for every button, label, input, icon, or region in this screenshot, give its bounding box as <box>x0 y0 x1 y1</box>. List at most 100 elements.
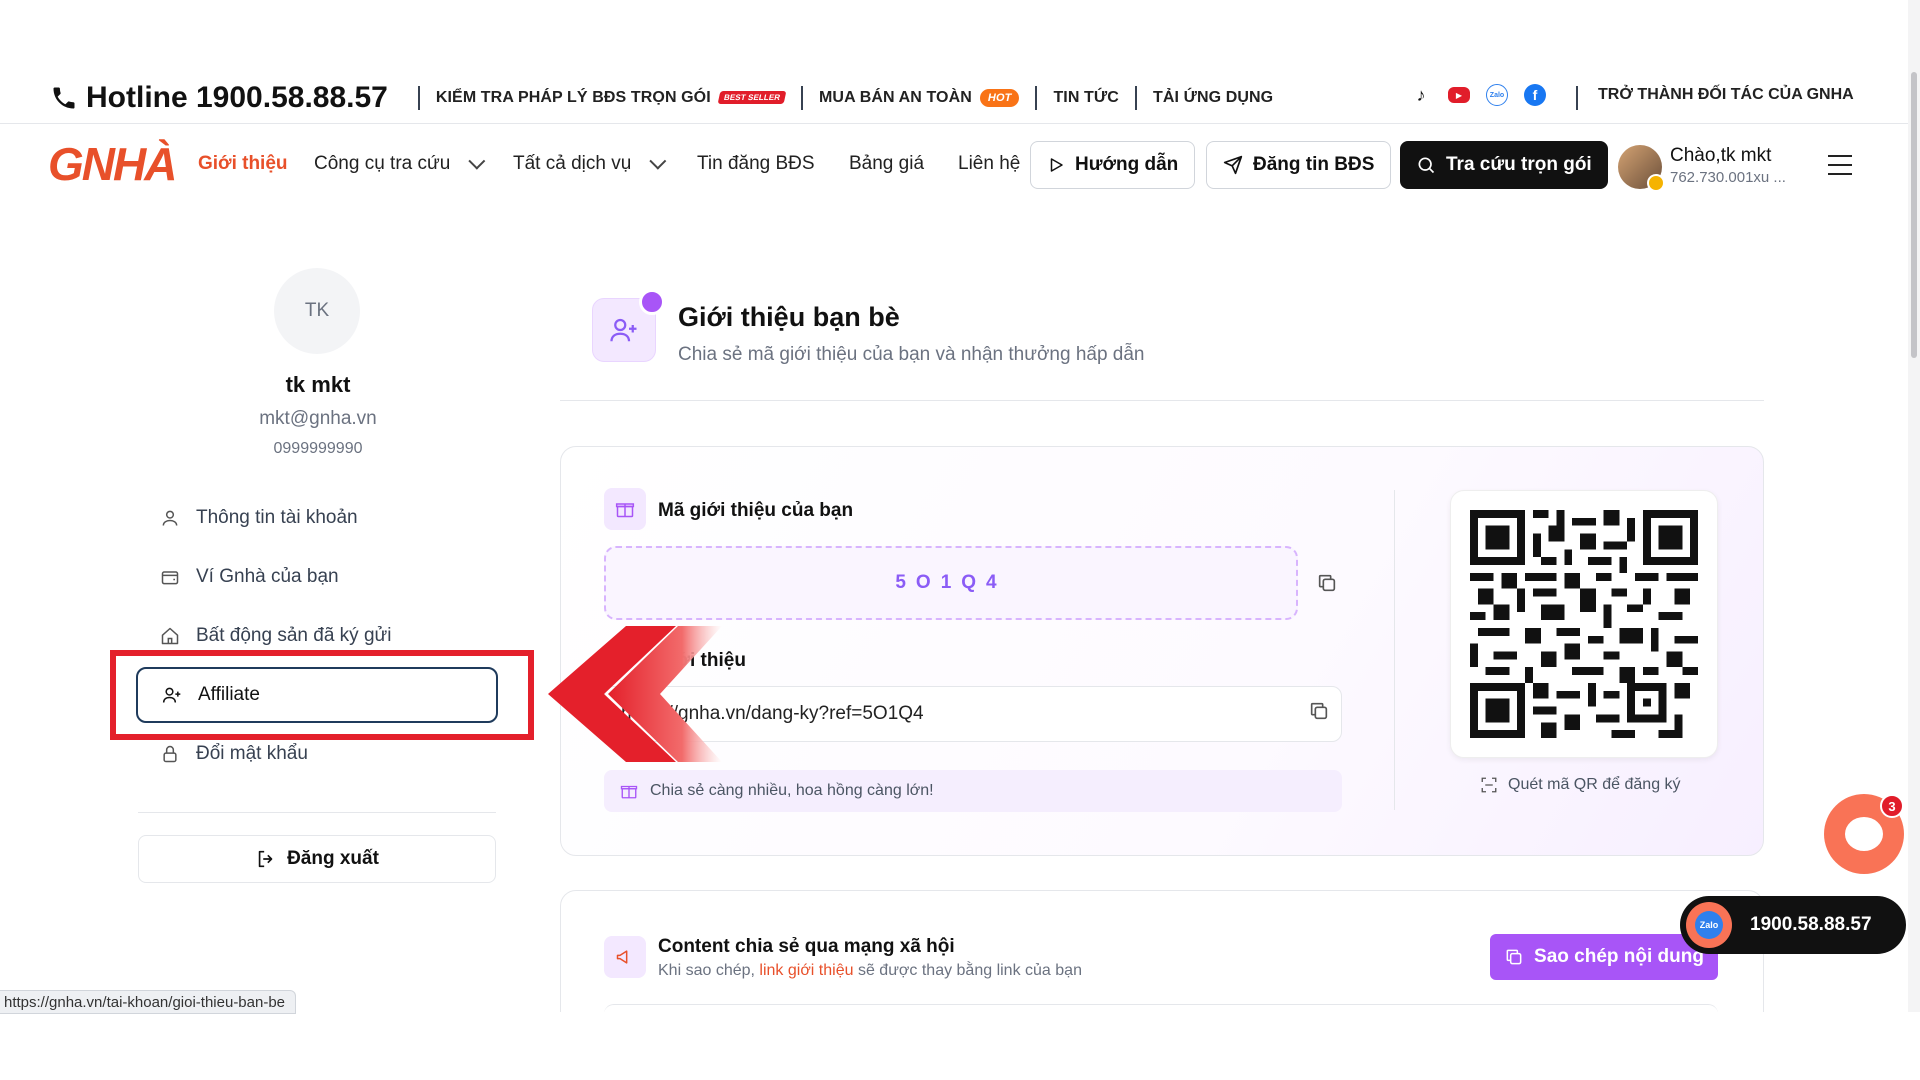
nav-cong-cu-tra-cuu-label: Công cụ tra cứu <box>314 153 451 174</box>
top-bar: Hotline 1900.58.88.57 KIỂM TRA PHÁP LÝ B… <box>0 72 1908 124</box>
youtube-icon[interactable]: ▶ <box>1448 87 1470 103</box>
divider <box>417 85 420 110</box>
social-content-sub-suffix: sẽ được thay bằng link của bạn <box>857 962 1082 979</box>
tip-banner: Chia sẻ càng nhiều, hoa hồng càng lớn! <box>604 770 1342 812</box>
hotline-text: Hotline 1900.58.88.57 <box>86 80 388 114</box>
link-download-app[interactable]: TẢI ỨNG DỤNG <box>1153 89 1273 107</box>
nav-cong-cu-tra-cuu[interactable]: Công cụ tra cứu <box>314 152 486 175</box>
divider <box>560 400 1764 401</box>
lock-icon <box>163 745 177 763</box>
profile-avatar: TK <box>274 268 360 354</box>
avatar[interactable] <box>1618 145 1665 192</box>
coin-icon <box>1647 174 1665 192</box>
send-icon <box>1223 155 1243 175</box>
sidebar-item-label: Thông tin tài khoản <box>196 507 358 528</box>
qr-code <box>1450 490 1718 758</box>
referral-header-icon <box>592 289 665 362</box>
play-icon <box>1050 158 1063 172</box>
status-url-bar: https://gnha.vn/tai-khoan/gioi-thieu-ban… <box>0 990 297 1014</box>
user-icon <box>162 510 178 526</box>
best-seller-badge: BEST SELLER <box>717 91 787 104</box>
wallet-icon <box>161 571 179 585</box>
link-legal-check-label: KIỂM TRA PHÁP LÝ BĐS TRỌN GÓI <box>435 88 711 106</box>
tiktok-icon[interactable]: ♪ <box>1410 84 1432 106</box>
page-bottom <box>0 1012 1920 1080</box>
chat-icon <box>1845 817 1883 851</box>
guide-button[interactable]: Hướng dẫn <box>1030 141 1196 189</box>
megaphone-icon <box>604 936 646 978</box>
main-nav: GNHÀ Giới thiệu Công cụ tra cứu Tất cả d… <box>0 125 1908 205</box>
user-plus-icon <box>610 318 637 342</box>
divider <box>138 812 496 813</box>
gift-icon <box>620 785 638 799</box>
qr-scan-label: Quét mã QR để đăng ký <box>1480 776 1681 794</box>
logout-label: Đăng xuất <box>287 848 379 869</box>
copy-icon[interactable] <box>1316 572 1338 594</box>
zalo-icon-text: Zalo <box>1695 911 1723 939</box>
copy-icon <box>1506 949 1522 965</box>
home-icon <box>161 627 179 645</box>
nav-gioi-thieu[interactable]: Giới thiệu <box>198 153 288 175</box>
sparkle-icon <box>639 289 665 315</box>
profile-name: tk mkt <box>285 372 351 397</box>
qr-code-image <box>1470 510 1698 738</box>
link-news[interactable]: TIN TỨC <box>1053 89 1119 107</box>
page-title: Giới thiệu bạn bè <box>678 302 900 332</box>
logout-icon <box>258 850 273 868</box>
chevron-down-icon <box>468 152 486 170</box>
nav-lien-he[interactable]: Liên hệ <box>958 153 1020 175</box>
nav-tat-ca-dich-vu[interactable]: Tất cả dịch vụ <box>513 152 667 175</box>
zalo-icon[interactable]: Zalo <box>1486 84 1508 106</box>
social-links: ♪ ▶ Zalo f <box>1410 84 1546 106</box>
sidebar-item-label: Bất động sản đã ký gửi <box>196 625 392 646</box>
copy-icon[interactable] <box>1308 700 1330 722</box>
search-icon <box>1418 157 1435 174</box>
hotline[interactable]: Hotline 1900.58.88.57 <box>50 81 388 115</box>
scrollbar-thumb[interactable] <box>1911 72 1917 358</box>
tip-text: Chia sẻ càng nhiều, hoa hồng càng lớn! <box>650 782 934 799</box>
divider <box>1394 490 1395 810</box>
phone-icon <box>53 87 75 108</box>
link-legal-check[interactable]: KIỂM TRA PHÁP LÝ BĐS TRỌN GÓI BEST SELLE… <box>435 88 787 107</box>
nav-tin-dang-bds[interactable]: Tin đăng BĐS <box>697 153 815 175</box>
sidebar-item-wallet[interactable]: Ví Gnhà của bạn <box>136 549 498 605</box>
social-content-subtitle: Khi sao chép, link giới thiệu sẽ được th… <box>658 962 1082 980</box>
link-safe-trade[interactable]: MUA BÁN AN TOÀN HOT <box>819 88 1020 107</box>
zalo-icon: Zalo <box>1686 902 1732 948</box>
gnha-logo[interactable]: GNHÀ <box>48 137 177 191</box>
page-subtitle: Chia sẻ mã giới thiệu của bạn và nhận th… <box>678 344 1145 365</box>
logout-button[interactable]: Đăng xuất <box>138 835 496 883</box>
referral-code-value[interactable]: 5O1Q4 <box>604 546 1298 620</box>
link-safe-trade-label: MUA BÁN AN TOÀN <box>819 88 972 106</box>
user-xu-balance: 762.730.001xu ... <box>1670 169 1786 186</box>
profile-phone: 0999999990 <box>273 440 363 457</box>
hot-badge: HOT <box>979 88 1020 107</box>
referral-code-label: Mã giới thiệu của bạn <box>658 500 854 521</box>
scrollbar[interactable] <box>1908 0 1920 1012</box>
zalo-hotline-button[interactable]: Zalo 1900.58.88.57 <box>1680 896 1906 954</box>
zalo-hotline-number: 1900.58.88.57 <box>1750 914 1872 935</box>
nav-bang-gia[interactable]: Bảng giá <box>849 153 924 175</box>
scan-icon <box>1481 777 1497 793</box>
post-listing-button[interactable]: Đăng tin BĐS <box>1206 141 1392 189</box>
chevron-down-icon <box>649 152 667 170</box>
chevron-left-annotation-icon <box>548 626 722 762</box>
sidebar-item-label: Đổi mật khẩu <box>196 743 308 764</box>
highlight-annotation-box <box>110 650 534 740</box>
gift-icon <box>604 488 646 530</box>
profile-email: mkt@gnha.vn <box>259 408 377 429</box>
qr-scan-text: Quét mã QR để đăng ký <box>1508 776 1681 793</box>
become-partner-link[interactable]: TRỞ THÀNH ĐỐI TÁC CỦA GNHA <box>1598 86 1854 104</box>
chat-unread-badge: 3 <box>1880 794 1904 818</box>
facebook-icon[interactable]: f <box>1524 84 1546 106</box>
lookup-package-button[interactable]: Tra cứu trọn gói <box>1400 141 1608 189</box>
sidebar-item-account-info[interactable]: Thông tin tài khoản <box>136 490 498 546</box>
menu-icon[interactable] <box>1828 155 1852 175</box>
divider <box>1134 85 1137 110</box>
guide-button-label: Hướng dẫn <box>1075 154 1179 175</box>
copy-content-label: Sao chép nội dung <box>1534 946 1704 967</box>
sidebar-item-label: Ví Gnhà của bạn <box>196 566 339 587</box>
lookup-package-label: Tra cứu trọn gói <box>1446 154 1592 175</box>
user-greeting[interactable]: Chào,tk mkt <box>1670 145 1771 167</box>
divider <box>801 85 803 110</box>
